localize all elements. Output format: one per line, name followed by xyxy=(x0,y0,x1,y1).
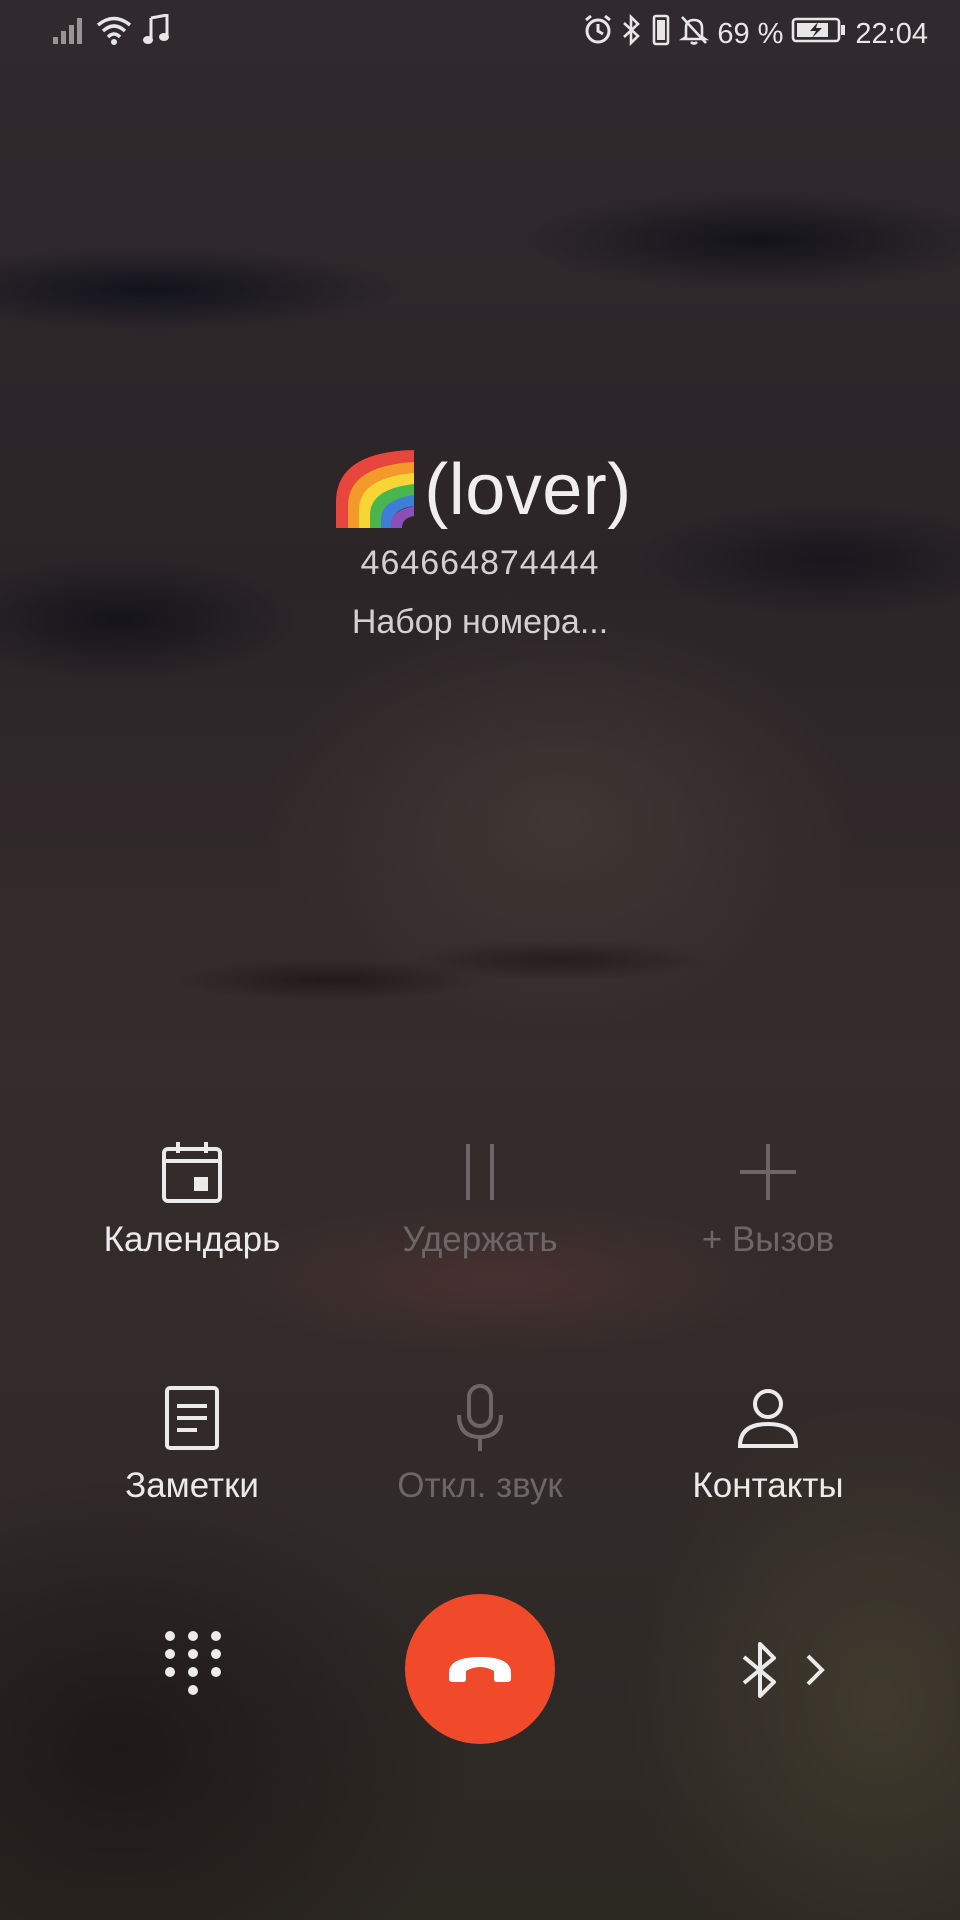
mute-button[interactable]: Откл. звук xyxy=(320,1380,640,1520)
plus-icon xyxy=(608,1134,928,1210)
hold-label: Удержать xyxy=(402,1220,558,1259)
vibrate-icon xyxy=(651,14,671,54)
wifi-icon xyxy=(96,15,132,53)
calendar-button[interactable]: Календарь xyxy=(32,1134,352,1274)
end-call-icon xyxy=(449,1657,511,1682)
alarm-icon xyxy=(583,14,613,54)
notes-icon xyxy=(32,1380,352,1456)
caller-name-row: (lover) xyxy=(0,440,960,540)
calendar-icon xyxy=(32,1134,352,1210)
microphone-icon xyxy=(320,1380,640,1456)
notes-label: Заметки xyxy=(125,1466,259,1505)
add-call-button[interactable]: + Вызов xyxy=(608,1134,928,1274)
music-note-icon xyxy=(142,13,170,54)
call-status: Набор номера... xyxy=(351,603,609,641)
status-bar-left xyxy=(52,13,170,54)
notes-button[interactable]: Заметки xyxy=(32,1380,352,1520)
calendar-label: Календарь xyxy=(103,1220,281,1259)
add-call-label: + Вызов xyxy=(701,1220,835,1259)
caller-number: 464664874444 xyxy=(360,544,600,582)
status-bar: 69 % 22:04 xyxy=(0,0,960,66)
battery-percent: 69 % xyxy=(717,18,784,50)
rainbow-emoji xyxy=(328,442,420,539)
mute-bell-icon xyxy=(679,14,710,54)
contacts-label: Контакты xyxy=(692,1466,844,1505)
caller-info: (lover) 464664874444 Набор номера... xyxy=(0,440,960,642)
chevron-right-icon xyxy=(806,1654,825,1686)
hold-button[interactable]: Удержать xyxy=(320,1134,640,1274)
end-call-button[interactable] xyxy=(405,1594,555,1744)
bluetooth-icon xyxy=(621,13,643,54)
signal-icon xyxy=(52,15,86,53)
dialpad-button[interactable] xyxy=(158,1628,228,1708)
dialpad-icon xyxy=(165,1631,221,1695)
pause-icon xyxy=(320,1134,640,1210)
caller-name: (lover) xyxy=(424,450,632,530)
contact-icon xyxy=(608,1380,928,1456)
status-bar-right: 69 % 22:04 xyxy=(583,13,928,54)
in-call-screen: 69 % 22:04 (lover) 464664874444 Набор но… xyxy=(0,0,960,1920)
mute-label: Откл. звук xyxy=(397,1466,563,1505)
clock: 22:04 xyxy=(855,18,928,50)
contacts-button[interactable]: Контакты xyxy=(608,1380,928,1520)
audio-route-button[interactable] xyxy=(740,1630,850,1710)
bluetooth-icon xyxy=(742,1642,776,1698)
battery-charging-icon xyxy=(791,15,847,53)
